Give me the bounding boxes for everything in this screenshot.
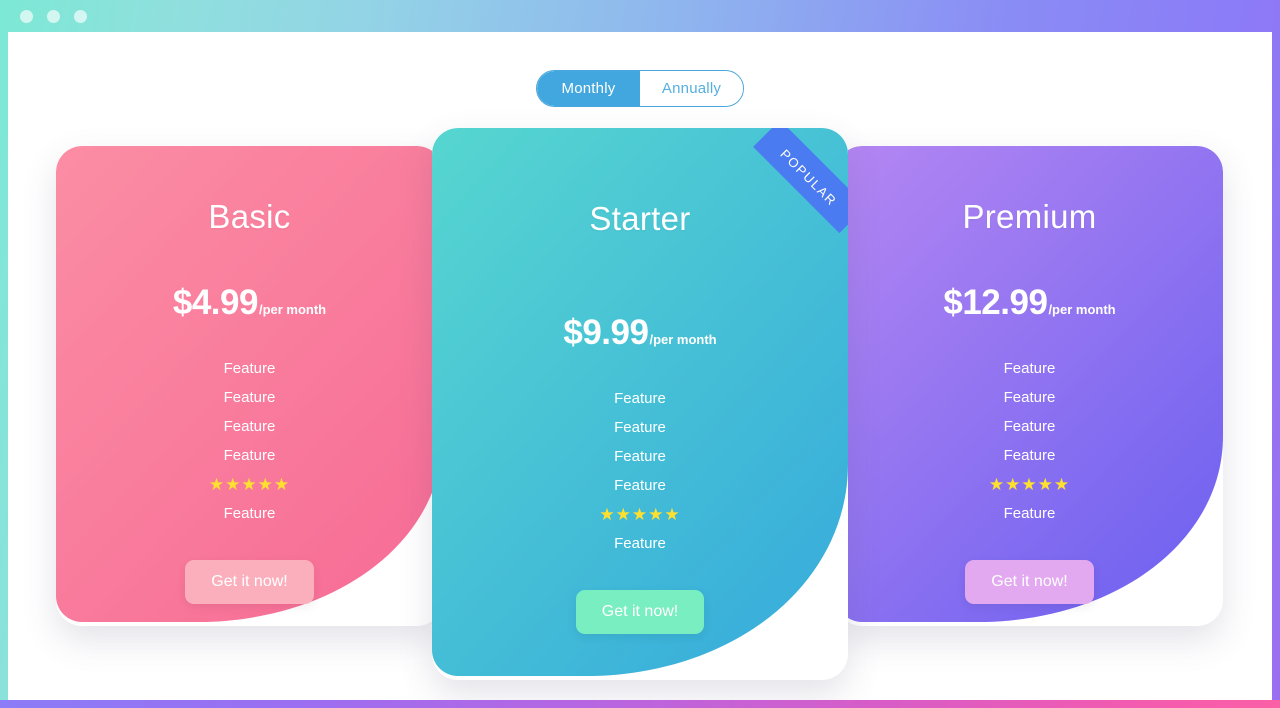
rating-stars: ★★★★★ [988,475,1071,494]
pricing-card-basic[interactable]: Basic $4.99 /per month Feature Feature F… [56,146,443,626]
card-body: Starter $9.99 /per month Feature Feature… [432,128,848,680]
list-item: Feature [614,448,666,465]
plan-price: $12.99 [943,283,1048,322]
list-item: Feature [614,477,666,494]
plan-price-period: /per month [258,302,327,317]
plan-price-period: /per month [649,332,717,347]
rating-stars: ★★★★★ [208,475,291,494]
plan-price-row: $9.99 /per month [563,313,716,353]
list-item: Feature [614,390,666,407]
bottom-gradient-strip [0,700,1280,708]
minimize-dot[interactable] [47,9,60,23]
maximize-dot[interactable] [74,9,87,23]
plan-title: Basic [208,198,291,235]
list-item: Feature [223,389,276,406]
list-item: Feature [223,447,276,464]
card-body: Premium $12.99 /per month Feature Featur… [836,146,1223,626]
list-item: Feature [1003,418,1056,435]
pricing-card-starter[interactable]: Starter $9.99 /per month Feature Feature… [432,128,848,680]
pricing-cards: Basic $4.99 /per month Feature Feature F… [8,32,1272,700]
plan-price: $9.99 [563,313,649,352]
plan-price-period: /per month [1048,302,1116,317]
list-item: Feature [223,418,276,435]
plan-price-row: $12.99 /per month [943,283,1115,323]
get-it-now-button[interactable]: Get it now! [575,590,705,634]
plan-price-row: $4.99 /per month [173,283,326,323]
feature-list: Feature Feature Feature Feature ★★★★★ Fe… [599,384,680,558]
plan-title: Premium [962,198,1097,235]
list-item: Feature [1003,505,1056,522]
get-it-now-button[interactable]: Get it now! [185,560,314,604]
plan-title: Starter [589,200,691,237]
pricing-card-premium[interactable]: Premium $12.99 /per month Feature Featur… [836,146,1223,626]
get-it-now-button[interactable]: Get it now! [965,560,1094,604]
plan-price: $4.99 [172,283,259,322]
rating-stars: ★★★★★ [599,505,681,524]
list-item: Feature [1003,360,1056,377]
list-item: Feature [614,535,666,552]
browser-window: Monthly Annually Basic $4.99 /per month … [0,0,1280,708]
card-body: Basic $4.99 /per month Feature Feature F… [56,146,443,626]
window-titlebar [0,0,1280,32]
list-item: Feature [223,360,276,377]
page-content: Monthly Annually Basic $4.99 /per month … [8,32,1272,700]
feature-list: Feature Feature Feature Feature ★★★★★ Fe… [989,354,1070,528]
close-dot[interactable] [20,9,33,23]
list-item: Feature [1003,447,1056,464]
list-item: Feature [614,419,666,436]
list-item: Feature [1003,389,1056,406]
feature-list: Feature Feature Feature Feature ★★★★★ Fe… [209,354,290,528]
list-item: Feature [223,505,276,522]
